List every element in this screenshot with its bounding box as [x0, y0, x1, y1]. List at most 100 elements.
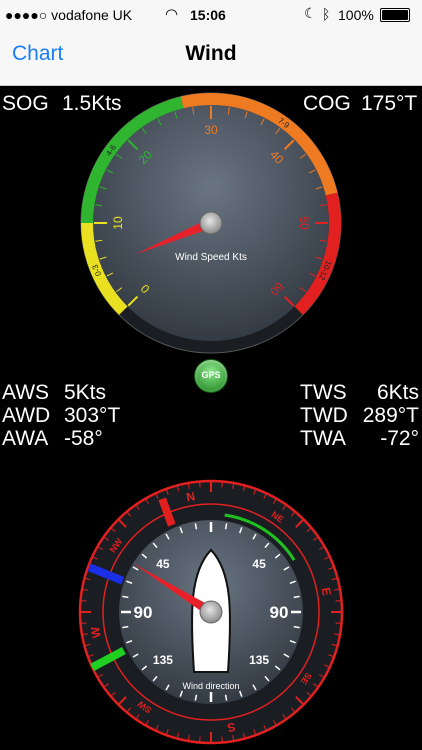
awd-value: 303°T [64, 404, 121, 427]
compass-cardinal-label: S [226, 720, 236, 735]
speed-tick [227, 107, 230, 115]
compass-inner-tick [274, 665, 281, 671]
speed-tick [244, 111, 248, 119]
speed-tick [192, 107, 195, 115]
compass-outer-tick [127, 707, 132, 712]
compass-caption: Wind direction [182, 681, 239, 691]
speed-tick [315, 186, 323, 190]
aws-value: 5Kts [64, 381, 107, 404]
speed-scale-label: 50 [297, 216, 311, 230]
compass-outer-tick [334, 633, 340, 636]
compass-outer-tick [319, 674, 324, 678]
compass-outer-tick [145, 499, 149, 504]
speed-tick [283, 295, 295, 307]
compass-outer-tick [85, 643, 91, 647]
twd-value: 289°T [362, 404, 419, 427]
speed-tick [283, 139, 295, 151]
compass-inner-tick [141, 553, 148, 559]
compass-outer-tick [324, 556, 330, 560]
compass-outer-tick [88, 567, 94, 570]
status-time: 15:06 [190, 7, 226, 23]
compass-angle-label: 90 [270, 603, 289, 622]
compass-outer-tick [290, 512, 295, 517]
speed-zone-label: 10-12 [317, 259, 333, 282]
compass-inner-tick [152, 675, 158, 682]
speed-tick [106, 272, 114, 277]
speed-tick [319, 204, 327, 207]
compass-outer-tick [136, 505, 140, 510]
compass-outer-tick [92, 556, 98, 560]
compass-inner-tick [252, 533, 257, 540]
wind-direction-needle [132, 563, 214, 617]
speed-tick [299, 153, 306, 159]
compass-inner-tick [289, 640, 296, 644]
compass-inner-tick [194, 694, 198, 701]
compass-inner-tick [165, 684, 170, 691]
sog-value: 1.5Kts [62, 92, 122, 115]
compass-outer-tick [263, 725, 267, 731]
compass-inner-tick [224, 523, 228, 530]
compass-outer-tick [104, 683, 109, 687]
twd-label: TWD [300, 404, 348, 427]
compass-inner-tick [239, 690, 243, 697]
compass-outer-tick [306, 691, 311, 696]
compass-face [119, 520, 303, 704]
compass-outer-tick [118, 519, 127, 528]
speed-needle [135, 218, 213, 255]
speed-tick [106, 169, 114, 174]
compass-inner-tick [179, 527, 183, 534]
compass-inner-tick [122, 625, 129, 629]
compass-outer-tick [295, 519, 304, 528]
speed-tick [275, 128, 281, 135]
compass-inner-tick [293, 625, 300, 629]
port-wind-marker [87, 563, 125, 585]
compass-inner-ring [102, 503, 320, 721]
compass-angle-label: 45 [252, 557, 266, 571]
compass-outer-tick [118, 696, 127, 705]
compass-outer-tick [290, 707, 295, 712]
twa-label: TWA [300, 427, 346, 450]
compass-outer-tick [273, 720, 277, 725]
compass-angle-label: 90 [134, 603, 153, 622]
starboard-wind-marker [90, 647, 126, 671]
sog-label: SOG [2, 92, 49, 115]
page-title: Wind [185, 42, 237, 65]
compass-outer-ring [78, 479, 344, 745]
compass-inner-tick [274, 553, 281, 559]
heading-marker [158, 497, 176, 527]
compass-outer-tick [242, 732, 246, 738]
compass-inner-tick [179, 690, 183, 697]
compass-inner-tick [126, 640, 133, 644]
compass-outer-tick [334, 588, 340, 591]
compass-outer-tick [263, 493, 267, 499]
speed-scale-label: 40 [267, 148, 287, 168]
compass-outer-tick [324, 664, 330, 668]
cog-label: COG [303, 92, 351, 115]
compass-outer-tick [187, 735, 190, 741]
compass-inner-tick [132, 566, 139, 571]
speed-scale-label: 60 [267, 279, 287, 299]
compass-outer-tick [187, 483, 190, 489]
compass-outer-tick [253, 489, 256, 495]
speed-zone-arc-red [294, 192, 341, 315]
compass-outer-tick [104, 537, 109, 541]
compass-angle-label: 45 [156, 557, 170, 571]
compass-outer-tick [92, 664, 98, 668]
compass-outer-tick [166, 489, 169, 495]
speed-tick [319, 239, 327, 242]
speed-tick [116, 287, 123, 293]
speed-tick [95, 239, 103, 242]
compass-outer-tick [232, 735, 235, 741]
compass-cardinal-label: NW [108, 536, 125, 554]
status-bar: ●●●●○ vodafone UK ◠ 15:06 ☾ ᛒ 100% [0, 0, 422, 30]
true-wind-readouts: TWS 6Kts TWD 289°T TWA -72° [290, 378, 422, 458]
speed-tick [315, 256, 323, 260]
compass-outer-tick [328, 567, 334, 570]
speed-zone-arc-green [81, 96, 184, 224]
compass-outer-tick [82, 633, 88, 636]
speed-tick [260, 118, 265, 126]
speed-gauge-face [93, 105, 329, 341]
compass-outer-tick [282, 714, 286, 719]
compass-inner-tick [152, 542, 158, 549]
compass-cardinal-label: W [88, 625, 104, 639]
